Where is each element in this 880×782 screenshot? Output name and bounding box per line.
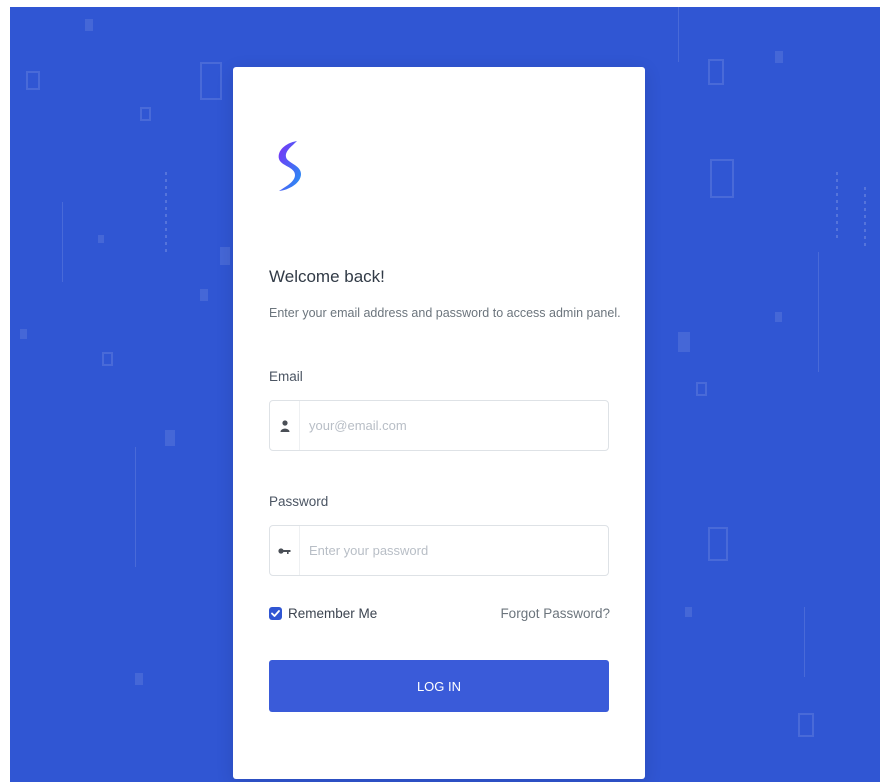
decor-outline: [708, 59, 724, 85]
decor-square: [98, 235, 104, 243]
decor-outline: [26, 71, 40, 90]
decor-line: [804, 607, 805, 677]
decor-square: [165, 430, 175, 446]
password-field[interactable]: [269, 525, 609, 576]
decor-outline: [696, 382, 707, 396]
user-icon: [270, 401, 300, 450]
remember-me[interactable]: Remember Me: [269, 606, 377, 621]
decor-outline: [798, 713, 814, 737]
brand-s-logo-icon: [278, 141, 301, 191]
decor-square: [20, 329, 27, 339]
email-input[interactable]: [300, 401, 608, 450]
decor-square: [775, 312, 782, 322]
page-subtitle: Enter your email address and password to…: [269, 306, 621, 320]
decor-outline: [710, 159, 734, 198]
login-button[interactable]: LOG IN: [269, 660, 609, 712]
decor-square: [775, 51, 783, 63]
email-label: Email: [269, 369, 303, 384]
check-icon: [271, 610, 280, 617]
page-title: Welcome back!: [269, 267, 385, 286]
decor-square: [85, 19, 93, 31]
decor-square: [685, 607, 692, 617]
decor-dots: [836, 172, 838, 242]
decor-square: [200, 289, 208, 301]
decor-line: [678, 7, 679, 62]
decor-dots: [165, 172, 167, 252]
decor-dots: [864, 187, 866, 247]
remember-me-label: Remember Me: [288, 606, 378, 621]
key-icon: [270, 526, 300, 575]
decor-line: [62, 202, 63, 282]
password-input[interactable]: [300, 526, 608, 575]
decor-square: [135, 673, 143, 685]
email-field[interactable]: [269, 400, 609, 451]
decor-line: [818, 252, 819, 372]
password-label: Password: [269, 494, 329, 509]
decor-outline: [200, 62, 222, 100]
remember-me-checkbox[interactable]: [269, 607, 282, 620]
login-card: Welcome back! Enter your email address a…: [233, 67, 645, 779]
decor-outline: [102, 352, 113, 366]
forgot-password-link[interactable]: Forgot Password?: [500, 606, 610, 621]
decor-outline: [708, 527, 728, 561]
decor-square: [220, 247, 230, 265]
decor-outline: [140, 107, 151, 121]
decor-line: [135, 447, 136, 567]
decor-square: [678, 332, 690, 352]
